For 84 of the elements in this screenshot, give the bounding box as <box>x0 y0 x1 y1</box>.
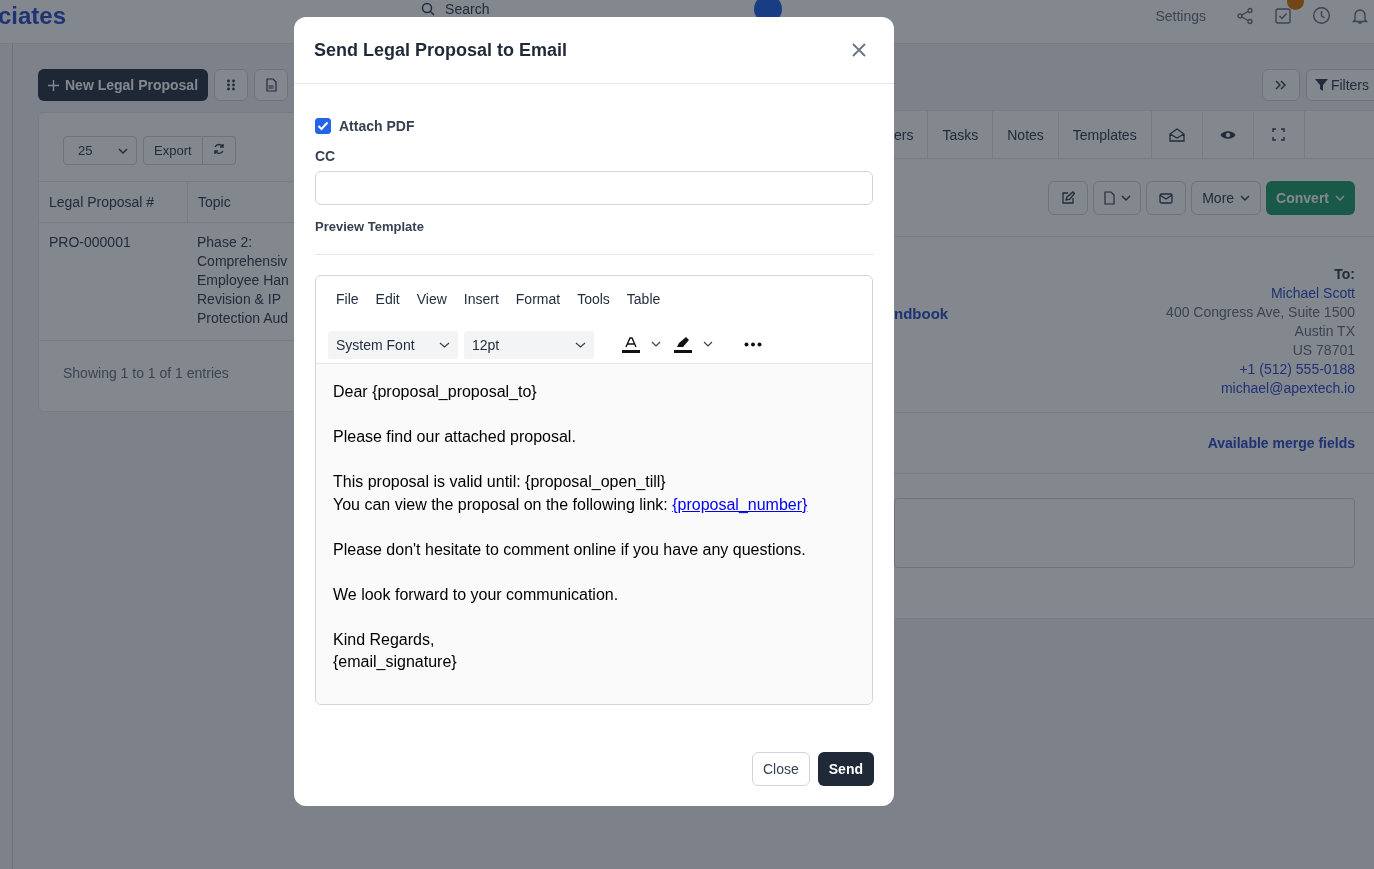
send-button[interactable]: Send <box>817 752 874 786</box>
new-proposal-button[interactable]: New Legal Proposal <box>38 69 209 101</box>
grid-button[interactable] <box>214 69 249 101</box>
more-icon[interactable] <box>744 342 762 347</box>
proposal-title-link[interactable]: ndbook <box>894 305 949 412</box>
dialog-title: Send Legal Proposal to Email <box>314 39 568 61</box>
share-icon[interactable] <box>1236 6 1254 25</box>
phone-link[interactable]: +1 (512) 555-0188 <box>1239 360 1355 379</box>
field-label: CC <box>315 148 337 164</box>
font-select[interactable]: System Font <box>328 330 458 359</box>
address-line: 400 Congress Ave, Suite 1500 <box>1166 303 1355 322</box>
caret-icon <box>439 341 450 348</box>
menu-item[interactable]: View <box>416 291 447 322</box>
export-button[interactable]: Export <box>143 136 203 165</box>
dots-grid-icon <box>226 79 237 91</box>
text-line: You can view the proposal on the following link: {proposal_number} <box>333 494 809 515</box>
pdf-button[interactable] <box>254 69 289 101</box>
document-icon <box>265 78 278 92</box>
edit-button[interactable] <box>1048 181 1089 215</box>
page-size-select[interactable]: 25 <box>63 136 137 165</box>
menu-item[interactable]: File <box>336 291 359 322</box>
merge-fields-link[interactable]: Available merge fields <box>1207 435 1355 451</box>
table-cell-text: PRO-000001 <box>48 233 132 252</box>
caret-icon <box>1240 195 1251 201</box>
caret-icon <box>1335 195 1345 201</box>
clock-icon[interactable] <box>1312 6 1331 25</box>
eye-icon[interactable] <box>1219 128 1236 141</box>
bell-icon[interactable] <box>1351 6 1369 25</box>
search-field[interactable]: Search <box>445 0 646 17</box>
client-name-link[interactable]: Michael Scott <box>1270 284 1355 303</box>
plus-icon <box>48 79 59 91</box>
convert-button[interactable]: Convert <box>1266 181 1355 215</box>
section-label: Preview Template <box>315 219 425 234</box>
close-icon[interactable] <box>852 43 866 57</box>
table-cell-text: Phase 2: Comprehensiv Employee Han Revision & IP Protection Aud <box>196 233 289 328</box>
envelope-open-icon[interactable] <box>1168 127 1185 142</box>
proposal-link[interactable]: {proposal_number} <box>672 495 808 513</box>
filter-icon <box>1314 79 1328 91</box>
menu-item[interactable]: Insert <box>463 291 499 322</box>
double-chevron-icon <box>1274 80 1287 90</box>
caret-icon <box>1121 195 1132 201</box>
email-button[interactable] <box>1146 181 1187 215</box>
tab[interactable]: Templates <box>1058 111 1152 158</box>
more-button[interactable]: More <box>1191 181 1262 215</box>
text-line: Kind Regards, <box>333 629 436 650</box>
text-line: This proposal is valid until: {proposal_open_till} <box>333 472 667 492</box>
filters-button[interactable]: Filters <box>1305 69 1374 101</box>
email-link[interactable]: michael@apextech.io <box>1220 379 1355 398</box>
menu-item[interactable]: Edit <box>375 291 400 322</box>
check-icon <box>317 121 329 131</box>
fullscreen-icon[interactable] <box>1272 128 1286 141</box>
text-line: Dear {proposal_proposal_to} <box>333 382 538 402</box>
menu-item[interactable]: Table <box>626 291 661 322</box>
address-line: Austin TX <box>1294 322 1355 341</box>
expand-button[interactable] <box>1261 69 1300 101</box>
cc-input-field[interactable] <box>315 171 873 205</box>
refresh-button[interactable] <box>202 136 236 165</box>
column-header[interactable]: Topic <box>187 182 231 222</box>
caret-icon <box>575 341 586 348</box>
document-icon <box>1103 191 1116 205</box>
text-line: {email_signature} <box>333 652 458 672</box>
size-select[interactable]: 12pt <box>464 330 594 359</box>
text-line: We look forward to your communication. <box>333 584 620 605</box>
menu-item[interactable]: Tools <box>577 291 610 322</box>
checkbox-label: Attach PDF <box>339 118 415 134</box>
menu-item[interactable]: Format <box>515 291 561 322</box>
search-icon <box>421 1 436 16</box>
tab[interactable]: Notes <box>993 111 1059 158</box>
close-button[interactable]: Close <box>751 752 810 786</box>
refresh-icon <box>212 143 225 155</box>
settings-link[interactable]: Settings <box>1155 7 1206 24</box>
checkbox[interactable] <box>315 118 331 134</box>
address-line: US 78701 <box>1292 341 1355 360</box>
tab[interactable]: Tasks <box>928 111 994 158</box>
column-header[interactable]: Legal Proposal # <box>39 194 187 210</box>
edit-icon <box>1061 191 1076 205</box>
envelope-icon <box>1159 192 1174 204</box>
pdf-dropdown-button[interactable] <box>1093 181 1142 215</box>
caret-icon <box>118 147 128 154</box>
text-line: Please don't hesitate to comment online if you have any questions. <box>333 539 807 560</box>
text-line: Please find our attached proposal. <box>333 427 577 447</box>
to-label: To: <box>1334 265 1355 284</box>
entries-summary: Showing 1 to 1 of 1 entries <box>63 365 229 381</box>
checkbox-icon[interactable] <box>1274 6 1292 25</box>
